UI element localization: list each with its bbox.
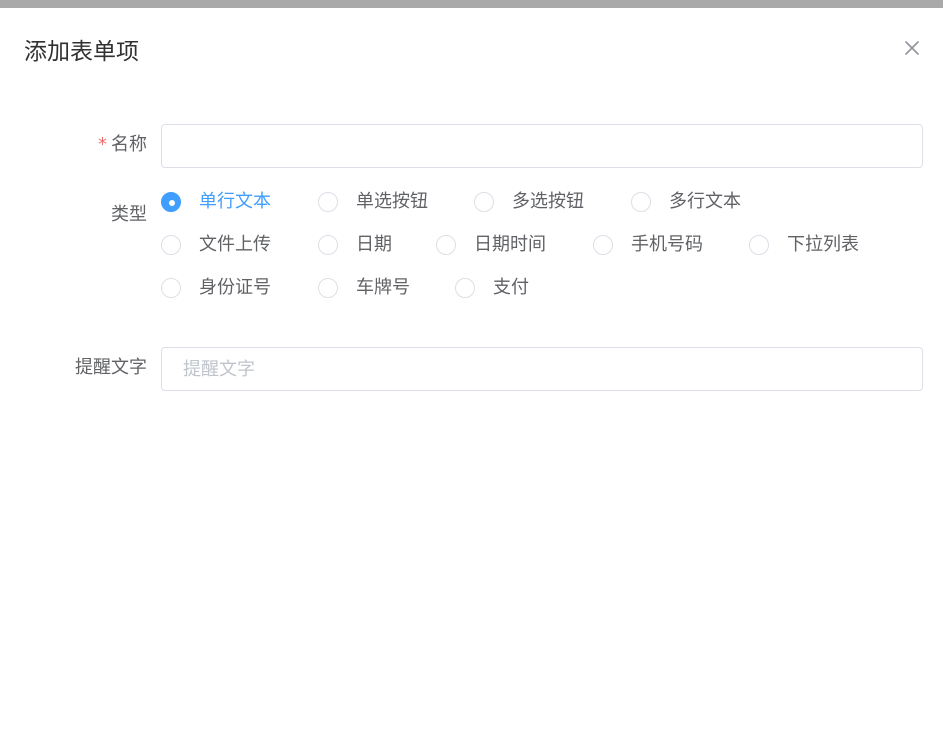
radio-circle-icon <box>161 235 181 255</box>
radio-label: 车牌号 <box>356 277 410 298</box>
close-button[interactable] <box>902 38 922 58</box>
radio-payment[interactable]: 支付 <box>455 276 529 300</box>
radio-label: 单行文本 <box>199 191 271 212</box>
name-input[interactable] <box>161 124 923 168</box>
hint-label: 提醒文字 <box>75 357 147 378</box>
close-icon <box>905 41 919 55</box>
radio-dropdown-list[interactable]: 下拉列表 <box>749 233 859 257</box>
radio-label: 多选按钮 <box>512 191 584 212</box>
radio-id-number[interactable]: 身份证号 <box>161 276 271 300</box>
radio-circle-icon <box>318 278 338 298</box>
name-label: * 名称 <box>98 133 147 157</box>
radio-label: 多行文本 <box>669 191 741 212</box>
radio-label: 单选按钮 <box>356 191 428 212</box>
radio-multi-choice[interactable]: 多选按钮 <box>474 190 584 214</box>
radio-label: 支付 <box>493 277 529 298</box>
radio-circle-icon <box>318 235 338 255</box>
radio-datetime[interactable]: 日期时间 <box>436 233 546 257</box>
type-label: 类型 <box>111 204 147 225</box>
radio-single-line-text[interactable]: 单行文本 <box>161 190 271 214</box>
radio-circle-icon <box>161 278 181 298</box>
radio-multi-line-text[interactable]: 多行文本 <box>631 190 741 214</box>
radio-circle-icon <box>436 235 456 255</box>
radio-circle-icon <box>474 192 494 212</box>
radio-phone-number[interactable]: 手机号码 <box>593 233 703 257</box>
radio-single-choice[interactable]: 单选按钮 <box>318 190 428 214</box>
name-label-text: 名称 <box>111 134 147 155</box>
radio-label: 身份证号 <box>199 277 271 298</box>
radio-label: 手机号码 <box>631 234 703 255</box>
radio-circle-icon <box>161 192 181 212</box>
radio-label: 日期 <box>356 234 392 255</box>
radio-circle-icon <box>749 235 769 255</box>
radio-label: 日期时间 <box>474 234 546 255</box>
radio-label: 文件上传 <box>199 234 271 255</box>
radio-circle-icon <box>318 192 338 212</box>
radio-circle-icon <box>631 192 651 212</box>
hint-input[interactable] <box>161 347 923 391</box>
backdrop-strip <box>0 0 943 8</box>
dialog-title: 添加表单项 <box>24 39 139 65</box>
radio-license-plate[interactable]: 车牌号 <box>318 276 410 300</box>
radio-circle-icon <box>455 278 475 298</box>
radio-date[interactable]: 日期 <box>318 233 392 257</box>
radio-file-upload[interactable]: 文件上传 <box>161 233 271 257</box>
required-mark: * <box>98 134 107 155</box>
radio-label: 下拉列表 <box>787 234 859 255</box>
radio-circle-icon <box>593 235 613 255</box>
